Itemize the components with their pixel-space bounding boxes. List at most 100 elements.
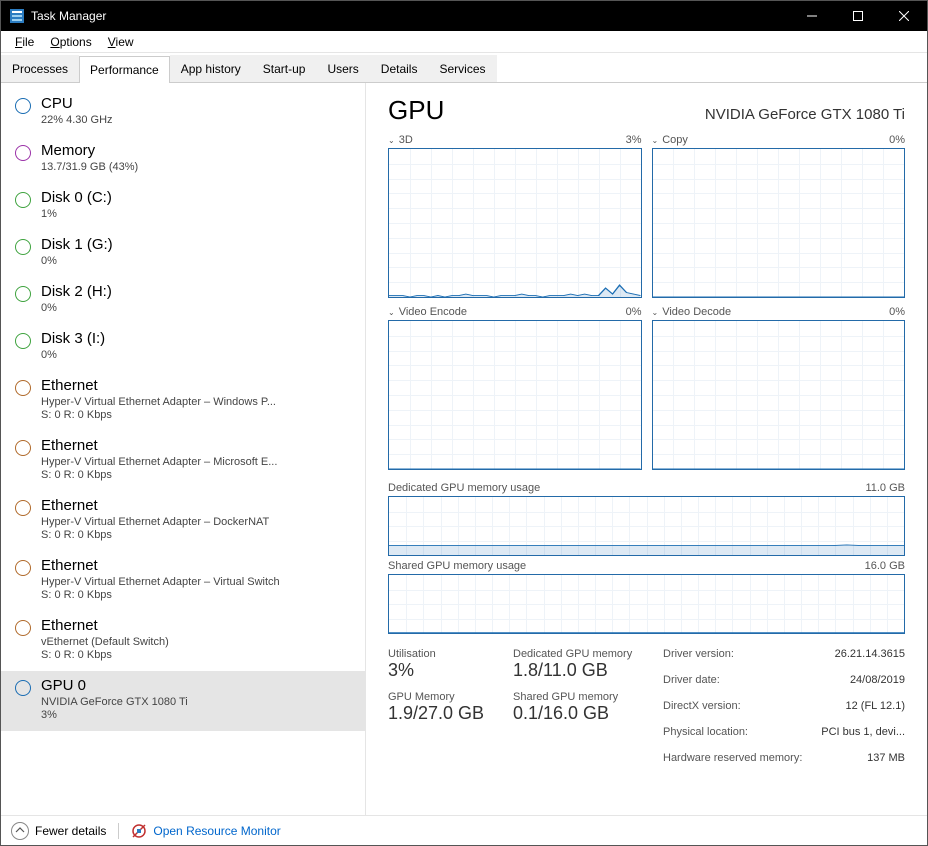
- sidebar-item-10[interactable]: Ethernet vEthernet (Default Switch)S: 0 R…: [1, 611, 365, 671]
- chart-engine-select[interactable]: ⌄Video Encode: [388, 306, 467, 318]
- sidebar-item-6[interactable]: Ethernet Hyper-V Virtual Ethernet Adapter…: [1, 371, 365, 431]
- info-row: Physical location: PCI bus 1, devi...: [663, 726, 905, 738]
- window-title: Task Manager: [31, 9, 789, 23]
- sidebar-item-sub2: 3%: [41, 709, 351, 721]
- sidebar-item-title: Memory: [41, 142, 351, 159]
- sidebar-item-sub: 13.7/31.9 GB (43%): [41, 161, 351, 173]
- sidebar-item-title: Disk 2 (H:): [41, 283, 351, 300]
- footer-separator: [118, 823, 119, 839]
- device-name: NVIDIA GeForce GTX 1080 Ti: [705, 106, 905, 123]
- info-row: Driver version: 26.21.14.3615: [663, 648, 905, 660]
- sidebar-item-sub: Hyper-V Virtual Ethernet Adapter – Virtu…: [41, 576, 351, 588]
- tab-performance[interactable]: Performance: [79, 56, 170, 83]
- close-button[interactable]: [881, 1, 927, 31]
- gpumem-label: GPU Memory: [388, 691, 503, 703]
- chart-name: 3D: [399, 134, 413, 146]
- chart-dedicated-mem: [388, 496, 905, 556]
- fewer-details-link[interactable]: Fewer details: [35, 824, 106, 838]
- sidebar-item-sub: Hyper-V Virtual Ethernet Adapter – Windo…: [41, 396, 351, 408]
- sidebar-item-title: Disk 3 (I:): [41, 330, 351, 347]
- info-value: 26.21.14.3615: [835, 648, 905, 660]
- sidebar-item-sub: vEthernet (Default Switch): [41, 636, 351, 648]
- main-panel: GPU NVIDIA GeForce GTX 1080 Ti ⌄3D3%⌄Cop…: [366, 83, 927, 815]
- gpumem-value: 1.9/27.0 GB: [388, 703, 503, 724]
- sidebar-item-9[interactable]: Ethernet Hyper-V Virtual Ethernet Adapter…: [1, 551, 365, 611]
- maximize-button[interactable]: [835, 1, 881, 31]
- tabs: ProcessesPerformanceApp historyStart-upU…: [1, 55, 927, 83]
- sidebar-item-3[interactable]: Disk 1 (G:)0%: [1, 230, 365, 277]
- tab-users[interactable]: Users: [316, 55, 369, 82]
- info-key: Driver date:: [663, 674, 720, 686]
- sidebar-item-title: Disk 0 (C:): [41, 189, 351, 206]
- menubar: File Options View: [1, 31, 927, 53]
- info-key: Physical location:: [663, 726, 748, 738]
- info-key: Hardware reserved memory:: [663, 752, 802, 764]
- info-value: 24/08/2019: [850, 674, 905, 686]
- sidebar-item-sub: Hyper-V Virtual Ethernet Adapter – Docke…: [41, 516, 351, 528]
- sidebar-item-sub: 22% 4.30 GHz: [41, 114, 351, 126]
- minimize-button[interactable]: [789, 1, 835, 31]
- menu-view[interactable]: View: [100, 33, 142, 51]
- shrmem-value: 0.1/16.0 GB: [513, 703, 653, 724]
- info-value: 12 (FL 12.1): [845, 700, 905, 712]
- chart-engine-select[interactable]: ⌄Copy: [652, 134, 688, 146]
- chart-pct: 0%: [889, 306, 905, 318]
- sidebar-item-7[interactable]: EthernetHyper-V Virtual Ethernet Adapter…: [1, 431, 365, 491]
- info-value: PCI bus 1, devi...: [821, 726, 905, 738]
- titlebar: Task Manager: [1, 1, 927, 31]
- open-resource-monitor-link[interactable]: Open Resource Monitor: [153, 824, 280, 838]
- sidebar-item-sub2: S: 0 R: 0 Kbps: [41, 589, 351, 601]
- mem1-label: Dedicated GPU memory usage: [388, 482, 540, 494]
- sidebar-item-5[interactable]: Disk 3 (I:)0%: [1, 324, 365, 371]
- tab-details[interactable]: Details: [370, 55, 429, 82]
- sidebar-item-title: Ethernet: [41, 437, 351, 454]
- sidebar-item-sub: 0%: [41, 302, 351, 314]
- util-value: 3%: [388, 660, 503, 681]
- dedmem-value: 1.8/11.0 GB: [513, 660, 653, 681]
- collapse-icon[interactable]: [11, 822, 29, 840]
- app-icon: [9, 8, 25, 24]
- footer: Fewer details Open Resource Monitor: [1, 815, 927, 845]
- menu-file[interactable]: File: [7, 33, 42, 51]
- tab-processes[interactable]: Processes: [1, 55, 79, 82]
- status-ring-icon: [15, 239, 31, 255]
- dedmem-label: Dedicated GPU memory: [513, 648, 653, 660]
- menu-options[interactable]: Options: [42, 33, 99, 51]
- chevron-down-icon: ⌄: [388, 308, 395, 317]
- sidebar-item-title: Ethernet: [41, 557, 351, 574]
- resource-monitor-icon: [131, 823, 147, 839]
- chart-video-encode: [388, 320, 642, 470]
- sidebar-item-title: Ethernet: [41, 377, 351, 394]
- chart-pct: 0%: [626, 306, 642, 318]
- sidebar-item-title: Ethernet: [41, 497, 351, 514]
- sidebar-item-8[interactable]: Ethernet Hyper-V Virtual Ethernet Adapter…: [1, 491, 365, 551]
- sidebar-item-sub: NVIDIA GeForce GTX 1080 Ti: [41, 696, 351, 708]
- chart-video-decode: [652, 320, 906, 470]
- sidebar-item-0[interactable]: CPU 22% 4.30 GHz: [1, 89, 365, 136]
- chart-engine-select[interactable]: ⌄Video Decode: [652, 306, 732, 318]
- chevron-down-icon: ⌄: [388, 136, 395, 145]
- info-row: Hardware reserved memory:137 MB: [663, 752, 905, 764]
- sidebar-item-sub: 1%: [41, 208, 351, 220]
- sidebar-item-4[interactable]: Disk 2 (H:) 0%: [1, 277, 365, 324]
- info-key: Driver version:: [663, 648, 734, 660]
- tab-services[interactable]: Services: [428, 55, 496, 82]
- status-ring-icon: [15, 380, 31, 396]
- status-ring-icon: [15, 145, 31, 161]
- tab-start-up[interactable]: Start-up: [252, 55, 317, 82]
- chevron-down-icon: ⌄: [652, 136, 659, 145]
- sidebar-item-2[interactable]: Disk 0 (C:) 1%: [1, 183, 365, 230]
- sidebar-item-title: CPU: [41, 95, 351, 112]
- chart-pct: 3%: [626, 134, 642, 146]
- status-ring-icon: [15, 333, 31, 349]
- chart-engine-select[interactable]: ⌄ 3D: [388, 134, 413, 146]
- sidebar-item-sub2: S: 0 R: 0 Kbps: [41, 529, 351, 541]
- sidebar-item-title: Ethernet: [41, 617, 351, 634]
- sidebar-item-1[interactable]: Memory 13.7/31.9 GB (43%): [1, 136, 365, 183]
- sidebar-item-sub2: S: 0 R: 0 Kbps: [41, 649, 351, 661]
- chart-3d: [388, 148, 642, 298]
- content: CPU 22% 4.30 GHz Memory 13.7/31.9 GB (43%) D…: [1, 83, 927, 815]
- sidebar-item-11[interactable]: GPU 0NVIDIA GeForce GTX 1080 Ti3%: [1, 671, 365, 731]
- shrmem-label: Shared GPU memory: [513, 691, 653, 703]
- tab-app-history[interactable]: App history: [170, 55, 252, 82]
